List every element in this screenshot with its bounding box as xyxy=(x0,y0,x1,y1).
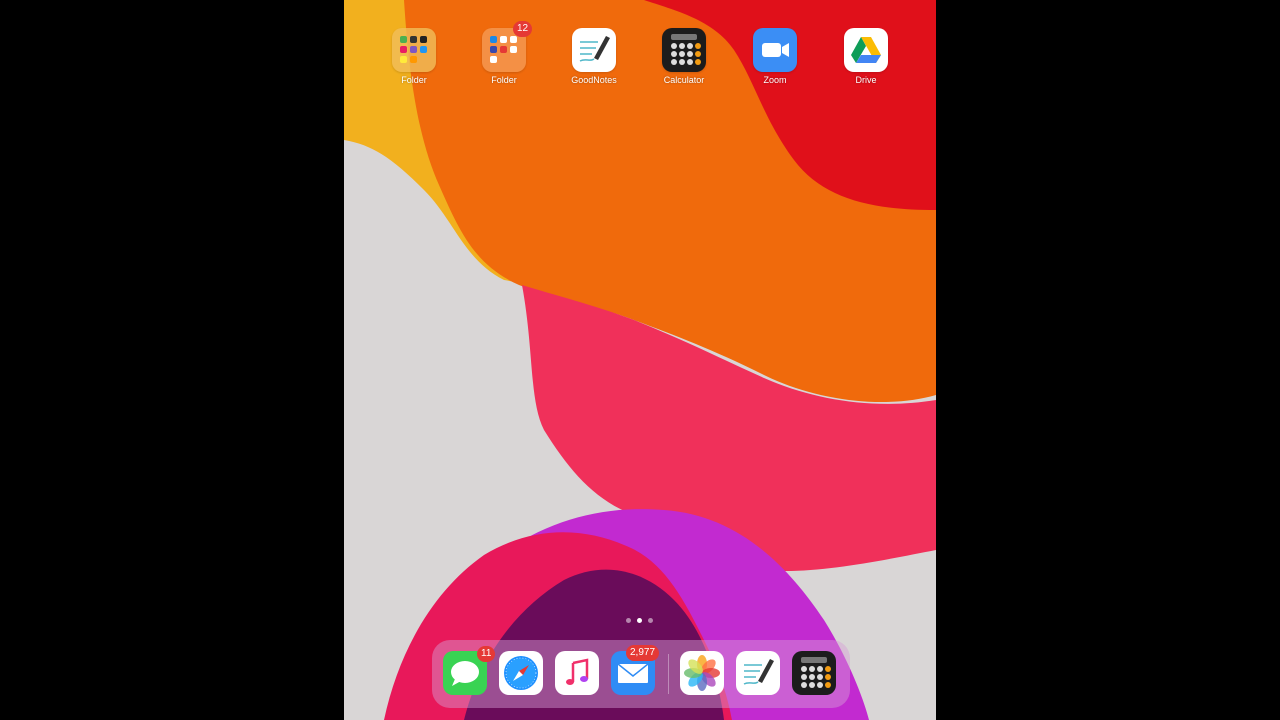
app-label: Folder xyxy=(401,75,427,85)
page-dot-current xyxy=(637,618,642,623)
app-label: GoodNotes xyxy=(571,75,617,85)
app-label: Folder xyxy=(491,75,517,85)
page-dot xyxy=(648,618,653,623)
app-goodnotes[interactable]: GoodNotes xyxy=(564,28,624,85)
app-folder-2[interactable]: 12 Folder xyxy=(474,21,534,85)
music-icon xyxy=(566,658,589,685)
dock-app-calculator[interactable] xyxy=(792,651,836,695)
google-drive-icon xyxy=(844,28,888,72)
dock: 11 2,977 xyxy=(432,640,850,708)
app-folder-1[interactable]: Folder xyxy=(384,28,444,85)
app-zoom[interactable]: Zoom xyxy=(745,28,805,85)
dock-divider xyxy=(668,654,669,694)
dock-app-goodnotes[interactable] xyxy=(736,651,780,695)
safari-icon xyxy=(504,656,538,690)
app-label: Drive xyxy=(855,75,877,85)
app-calculator[interactable]: Calculator xyxy=(654,28,714,85)
notification-badge: 2,977 xyxy=(626,645,660,661)
calculator-icon xyxy=(662,28,706,72)
zoom-icon xyxy=(753,28,797,72)
page-dot xyxy=(626,618,631,623)
app-label: Zoom xyxy=(763,75,787,85)
goodnotes-icon xyxy=(572,28,616,72)
app-label: Calculator xyxy=(663,75,705,85)
calculator-icon xyxy=(801,657,831,688)
dock-app-photos[interactable] xyxy=(680,651,724,695)
notification-badge: 12 xyxy=(513,21,533,37)
notification-badge: 11 xyxy=(477,646,496,662)
goodnotes-icon xyxy=(743,659,774,685)
dock-app-music[interactable] xyxy=(555,651,599,695)
dock-app-safari[interactable] xyxy=(499,651,543,695)
folder-icon xyxy=(392,28,436,72)
ipad-screen: Folder 12 Folder GoodNotes Calculator Zo… xyxy=(344,0,936,720)
app-drive[interactable]: Drive xyxy=(836,28,896,85)
page-indicator[interactable] xyxy=(624,618,656,624)
wallpaper xyxy=(344,0,936,720)
photos-icon xyxy=(684,655,720,691)
